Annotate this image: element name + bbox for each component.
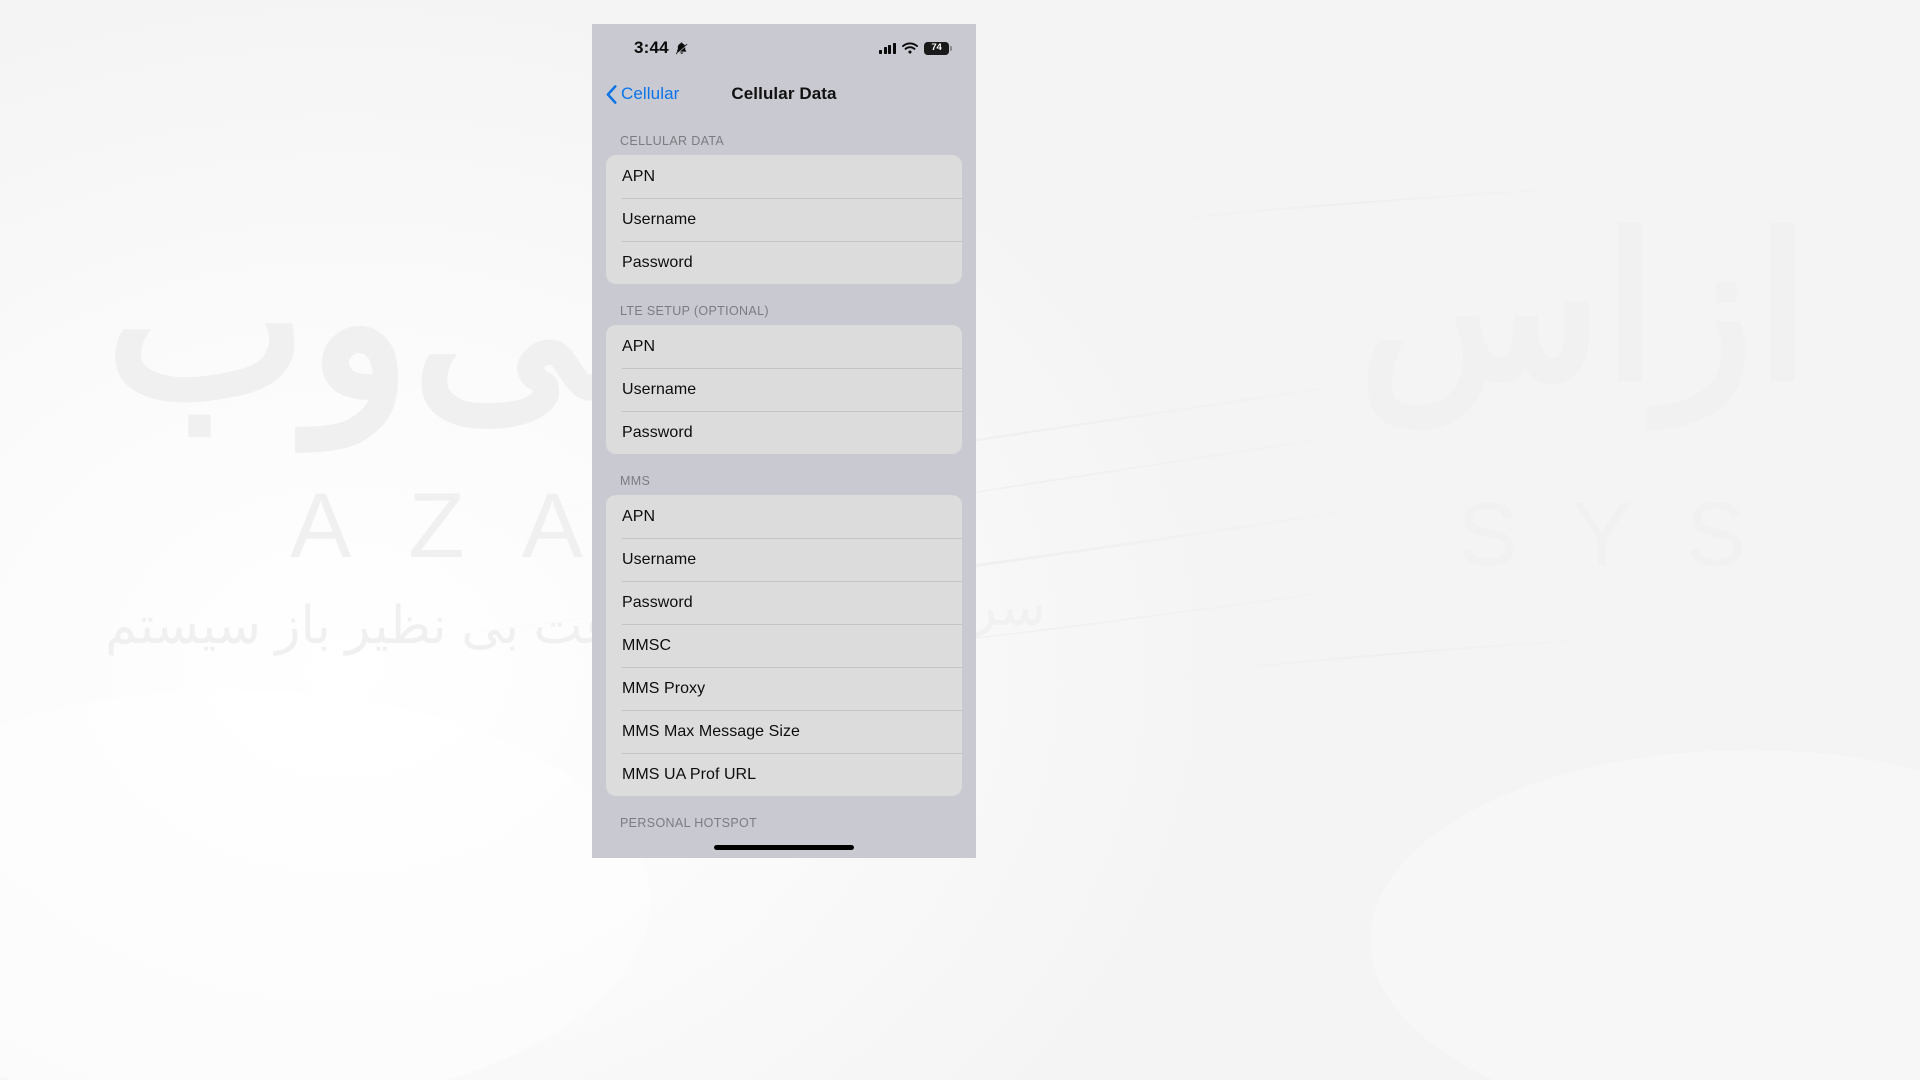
battery-body: 74: [924, 41, 949, 55]
settings-row-label: Username: [622, 380, 697, 398]
navigation-bar: Cellular Cellular Data: [592, 72, 976, 116]
section-card: APN Username Password MMSC MMS Proxy MMS Max …: [606, 495, 962, 796]
settings-section: LTE SETUP (OPTIONAL) APN Username Password: [606, 286, 962, 454]
settings-row-label: MMS Max Message Size: [622, 722, 800, 740]
section-card: APN Username Password: [606, 155, 962, 284]
section-header: MMS: [620, 474, 651, 488]
settings-row[interactable]: Username: [606, 198, 962, 241]
bell-slash-icon: [675, 41, 688, 54]
settings-row-label: Username: [622, 210, 697, 228]
wifi-icon: [902, 42, 918, 54]
settings-row[interactable]: APN: [606, 325, 962, 368]
iphone-screenshot-panel: 3:44 74 Cellular Cellular Data CELLULAR …: [592, 24, 976, 858]
settings-section: PERSONAL HOTSPOT: [606, 798, 962, 830]
settings-row[interactable]: MMS Proxy: [606, 667, 962, 710]
settings-row-label: APN: [622, 507, 656, 525]
settings-row-label: Password: [622, 423, 693, 441]
section-header: CELLULAR DATA: [620, 134, 725, 148]
settings-row[interactable]: Password: [606, 411, 962, 454]
status-bar-right: 74: [879, 41, 952, 55]
battery-icon: 74: [924, 41, 952, 55]
settings-row[interactable]: APN: [606, 155, 962, 198]
section-header: PERSONAL HOTSPOT: [620, 816, 758, 830]
status-bar-left: 3:44: [634, 38, 689, 58]
status-bar: 3:44 74: [592, 24, 976, 72]
settings-row[interactable]: Username: [606, 538, 962, 581]
settings-row[interactable]: Password: [606, 241, 962, 284]
settings-section: CELLULAR DATA APN Username Password: [606, 116, 962, 284]
settings-row[interactable]: MMS UA Prof URL: [606, 753, 962, 796]
back-button-label: Cellular: [621, 84, 680, 103]
settings-row-label: MMS Proxy: [622, 679, 706, 697]
watermark-right: ازاس SYS: [1250, 190, 1810, 660]
settings-row-label: MMSC: [622, 636, 672, 654]
settings-row-label: MMS UA Prof URL: [622, 765, 757, 783]
settings-row-label: APN: [622, 167, 656, 185]
status-bar-time: 3:44: [634, 38, 669, 57]
watermark-right-block: ازاس: [1358, 198, 1810, 421]
back-button[interactable]: Cellular: [606, 84, 679, 104]
battery-tip: [950, 45, 952, 51]
settings-row-label: Password: [622, 593, 693, 611]
settings-row[interactable]: Password: [606, 581, 962, 624]
section-card: APN Username Password: [606, 325, 962, 454]
home-indicator: [714, 845, 854, 850]
settings-row[interactable]: APN: [606, 495, 962, 538]
settings-row-label: Password: [622, 253, 693, 271]
watermark-right-sub: SYS: [1457, 485, 1800, 585]
battery-level-text: 74: [931, 42, 942, 54]
chevron-left-icon: [606, 84, 617, 104]
settings-row[interactable]: Username: [606, 368, 962, 411]
settings-list[interactable]: CELLULAR DATA APN Username Password LTE SETU…: [592, 116, 976, 830]
settings-row[interactable]: MMSC: [606, 624, 962, 667]
signal-bars-icon: [879, 42, 896, 54]
settings-section: MMS APN Username Password MMSC MMS Proxy MMS M…: [606, 456, 962, 796]
settings-row[interactable]: MMS Max Message Size: [606, 710, 962, 753]
section-header: LTE SETUP (OPTIONAL): [620, 304, 769, 318]
settings-row-label: APN: [622, 337, 656, 355]
settings-row-label: Username: [622, 550, 697, 568]
